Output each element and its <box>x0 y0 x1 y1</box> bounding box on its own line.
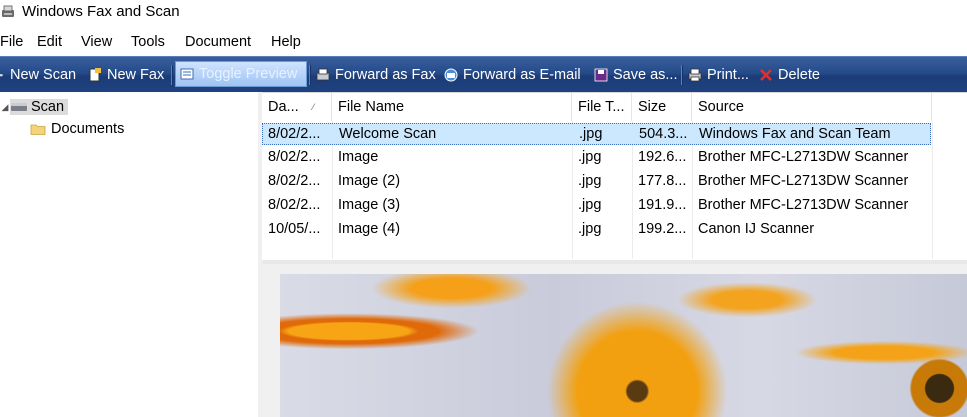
toolbar-separator <box>309 65 311 85</box>
cell-file-name: Image <box>338 149 379 165</box>
cell-source: Brother MFC-L2713DW Scanner <box>698 173 909 189</box>
table-row[interactable]: 8/02/2... Welcome Scan .jpg 504.3... Win… <box>262 123 931 145</box>
cell-file-name: Image (2) <box>338 173 401 189</box>
collapse-arrow-icon[interactable]: ◢ <box>0 102 10 113</box>
tree-item-scan-selection: Scan <box>10 99 69 115</box>
new-scan-label: New Scan <box>10 67 77 83</box>
scanner-icon <box>11 103 27 111</box>
tree-item-scan[interactable]: ◢ Scan <box>0 97 69 117</box>
cell-size: 504.3... <box>639 126 688 142</box>
title-bar: Windows Fax and Scan <box>0 0 967 28</box>
new-fax-icon <box>89 68 101 82</box>
column-header-file-name-label: File Name <box>338 99 405 115</box>
forward-as-email-label: Forward as E-mail <box>463 67 581 83</box>
toggle-preview-button[interactable]: Toggle Preview <box>175 61 307 87</box>
cell-size: 177.8... <box>638 173 687 189</box>
save-as-button[interactable]: Save as... <box>594 62 677 88</box>
folder-icon <box>30 124 46 135</box>
menu-document[interactable]: Document <box>185 34 251 50</box>
fax-scan-app-icon <box>2 5 14 17</box>
column-header-size-label: Size <box>638 99 667 115</box>
column-header-date-label: Da... <box>268 99 299 115</box>
cell-file-name: Image (4) <box>338 221 401 237</box>
cell-source: Brother MFC-L2713DW Scanner <box>698 149 909 165</box>
delete-button[interactable]: Delete <box>759 62 820 88</box>
email-forward-icon <box>444 68 458 82</box>
forward-as-fax-label: Forward as Fax <box>335 67 436 83</box>
column-header-source[interactable]: Source <box>692 93 932 121</box>
cell-date: 8/02/2... <box>268 197 321 213</box>
menu-file[interactable]: File <box>0 34 23 50</box>
forward-as-email-button[interactable]: Forward as E-mail <box>444 62 581 88</box>
cell-size: 191.9... <box>638 197 687 213</box>
menu-help[interactable]: Help <box>271 34 301 50</box>
fax-machine-icon <box>316 68 330 81</box>
column-divider <box>932 121 933 259</box>
cell-file-type: .jpg <box>578 149 602 165</box>
cell-date: 8/02/2... <box>268 126 321 142</box>
cell-file-name: Welcome Scan <box>339 126 437 142</box>
table-row[interactable]: 8/02/2... Image .jpg 192.6... Brother MF… <box>262 147 931 169</box>
table-row[interactable]: 10/05/... Image (4) .jpg 199.2... Canon … <box>262 219 931 241</box>
cell-date: 8/02/2... <box>268 149 321 165</box>
cell-file-type: .jpg <box>578 221 602 237</box>
document-list: Da... ⁄ File Name File T... Size Source … <box>262 92 967 261</box>
toolbar-separator <box>681 65 683 85</box>
cell-file-type: .jpg <box>578 173 602 189</box>
sort-arrow-icon: ⁄ <box>312 102 315 112</box>
tree-item-documents-label: Documents <box>51 121 125 137</box>
toggle-preview-label: Toggle Preview <box>199 66 298 82</box>
cell-source: Brother MFC-L2713DW Scanner <box>698 197 909 213</box>
table-row[interactable]: 8/02/2... Image (2) .jpg 177.8... Brothe… <box>262 171 931 193</box>
preview-pane <box>262 264 967 417</box>
table-row[interactable]: 8/02/2... Image (3) .jpg 191.9... Brothe… <box>262 195 931 217</box>
printer-icon <box>688 68 702 82</box>
cell-size: 199.2... <box>638 221 687 237</box>
folder-tree: ◢ Scan Documents <box>0 92 259 417</box>
cell-file-type: .jpg <box>578 197 602 213</box>
column-header-source-label: Source <box>698 99 744 115</box>
cell-size: 192.6... <box>638 149 687 165</box>
cell-file-name: Image (3) <box>338 197 401 213</box>
cell-file-type: .jpg <box>579 126 603 142</box>
new-fax-label: New Fax <box>107 67 165 83</box>
menu-view[interactable]: View <box>81 34 112 50</box>
column-header-size[interactable]: Size <box>632 93 692 121</box>
column-header-file-name[interactable]: File Name <box>332 93 572 121</box>
tree-item-scan-label: Scan <box>31 99 65 115</box>
delete-label: Delete <box>778 67 820 83</box>
column-header-date[interactable]: Da... ⁄ <box>262 93 332 121</box>
new-scan-button[interactable]: New Scan <box>0 62 76 88</box>
delete-x-icon <box>760 69 772 81</box>
forward-as-fax-button[interactable]: Forward as Fax <box>316 62 436 88</box>
column-header-file-type-label: File T... <box>578 99 625 115</box>
save-as-label: Save as... <box>613 67 678 83</box>
toolbar-separator <box>171 65 173 85</box>
menu-bar: File Edit View Tools Document Help <box>0 30 967 54</box>
toolbar: New Scan New Fax Toggle Preview Forward … <box>0 56 967 94</box>
cell-date: 8/02/2... <box>268 173 321 189</box>
print-button[interactable]: Print... <box>688 62 749 88</box>
save-disk-icon <box>594 68 608 82</box>
column-header-file-type[interactable]: File T... <box>572 93 632 121</box>
window-title: Windows Fax and Scan <box>22 3 180 20</box>
cell-source: Canon IJ Scanner <box>698 221 815 237</box>
new-fax-button[interactable]: New Fax <box>88 62 164 88</box>
cell-date: 10/05/... <box>268 221 321 237</box>
tree-item-documents[interactable]: Documents <box>30 119 124 139</box>
menu-tools[interactable]: Tools <box>131 34 165 50</box>
scanner-icon <box>0 74 3 77</box>
menu-edit[interactable]: Edit <box>37 34 62 50</box>
preview-icon <box>180 68 194 80</box>
preview-image-flowers <box>280 274 967 417</box>
cell-source: Windows Fax and Scan Team <box>699 126 891 142</box>
print-label: Print... <box>707 67 749 83</box>
